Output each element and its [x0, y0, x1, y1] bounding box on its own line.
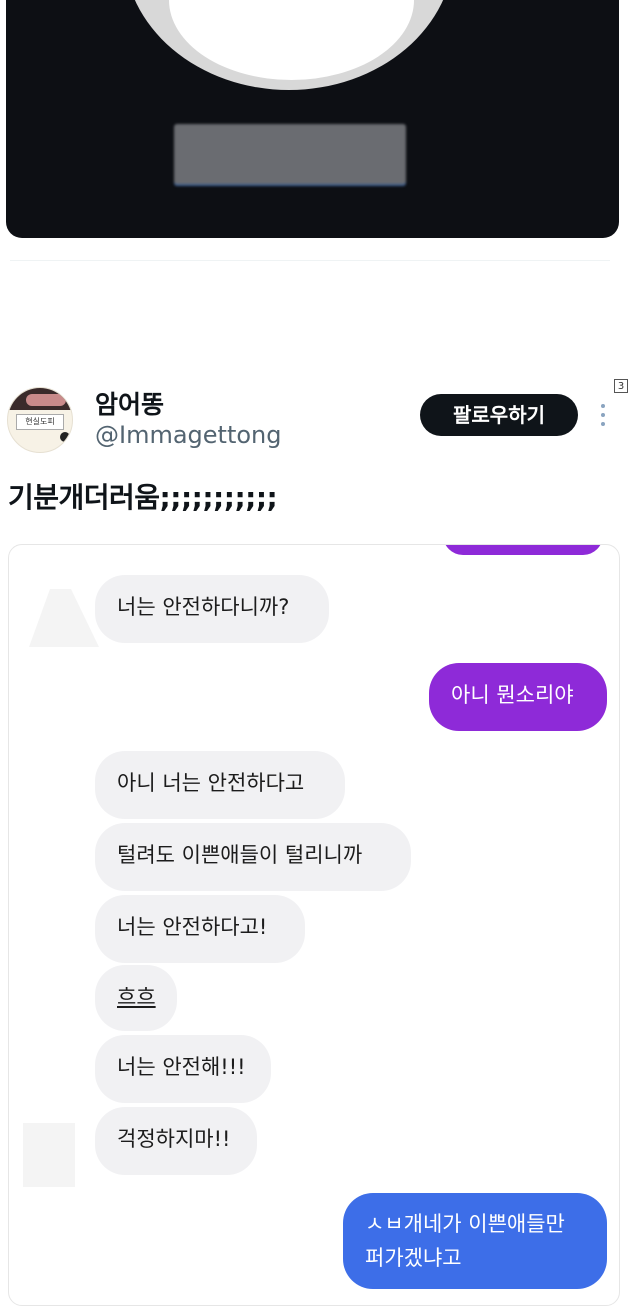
display-name[interactable]: 암어똥 [95, 385, 164, 421]
sender-avatar [29, 589, 99, 647]
avatar[interactable]: 현실도피 [7, 387, 73, 453]
follow-button[interactable]: 팔로우하기 [420, 394, 578, 436]
outgoing-bubble-cut [443, 545, 603, 555]
chat-message: 걱정하지마!! [95, 1107, 257, 1175]
page-marker: 3 [614, 379, 628, 393]
chat-message: 털려도 이쁜애들이 털리니까 [95, 823, 411, 891]
media-blurred-label [174, 124, 406, 184]
chat-message: 너는 안전하다니까? [95, 575, 329, 643]
media-card[interactable] [6, 0, 619, 238]
chat-message: 너는 안전하다고! [95, 895, 305, 963]
chat-message: ㅅㅂ개네가 이쁜애들만 퍼가겠냐고 [343, 1193, 607, 1289]
tweet-text: 기분개더러움;;;;;;;;;;; [8, 481, 278, 514]
avatar-decor-dot [60, 432, 70, 442]
chat-message: 아니 뭔소리야 [429, 663, 607, 731]
chat-message: 너는 안전해!!! [95, 1035, 271, 1103]
chat-message: 아니 너는 안전하다고 [95, 751, 345, 819]
user-handle[interactable]: @Immagettong [95, 421, 282, 449]
chat-message: 흐흐 [95, 965, 177, 1031]
chat-screenshot[interactable]: 너는 안전하다니까? 아니 뭔소리야 아니 너는 안전하다고 털려도 이쁜애들이… [8, 544, 620, 1306]
avatar-label: 현실도피 [16, 414, 64, 430]
more-options-icon[interactable] [598, 404, 608, 430]
divider [10, 260, 610, 261]
avatar-decor [26, 394, 66, 406]
sender-avatar [23, 1123, 75, 1187]
